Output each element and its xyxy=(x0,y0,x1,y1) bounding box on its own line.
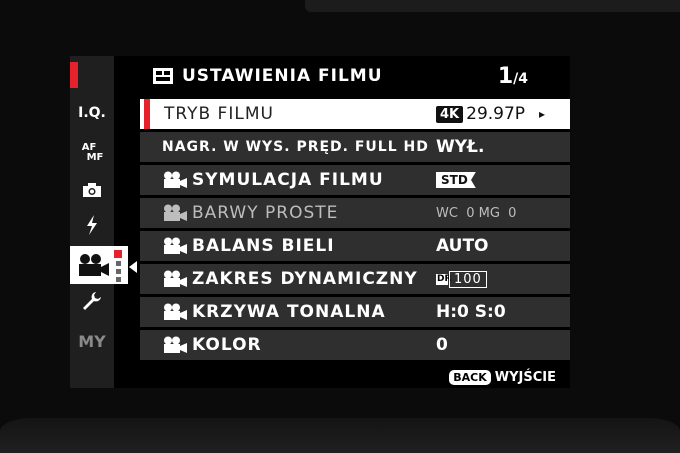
camera-bezel-bottom xyxy=(0,418,680,453)
row-value: WC 0 MG 0 xyxy=(436,205,517,221)
row-value: 4K 29.97P ▸ xyxy=(436,104,545,124)
movie-camera-icon xyxy=(164,171,187,188)
menu-row-white-balance[interactable]: BALANS BIELI AUTO xyxy=(140,231,570,261)
sidebar-selection-pointer xyxy=(129,261,137,273)
row-label: BALANS BIELI xyxy=(192,236,335,256)
menu-row-tone-curve[interactable]: KRZYWA TONALNA H:0 S:0 xyxy=(140,297,570,327)
row-label-wrap: KRZYWA TONALNA xyxy=(162,302,386,322)
menu-row-dynamic-range[interactable]: ZAKRES DYNAMICZNY DR 100 xyxy=(140,264,570,294)
menu-main: USTAWIENIA FILMU 1/4 TRYB FILMU 4K 29.97… xyxy=(140,56,570,388)
frame-rate-value: 29.97P xyxy=(466,104,526,124)
std-badge: STD xyxy=(436,172,476,188)
sidebar-item-setup[interactable] xyxy=(70,288,114,314)
row-label-wrap: SYMULACJA FILMU xyxy=(162,170,384,190)
menu-row-full-hd-high-speed[interactable]: NAGR. W WYS. PRĘD. FULL HD WYŁ. xyxy=(140,132,570,162)
movie-camera-icon xyxy=(164,336,187,353)
sidebar-red-marker xyxy=(70,62,78,88)
row-label: NAGR. W WYS. PRĘD. FULL HD xyxy=(162,139,429,155)
menu-row-color[interactable]: KOLOR 0 xyxy=(140,330,570,360)
row-label: KOLOR xyxy=(192,335,262,355)
menu-row-movie-mode[interactable]: TRYB FILMU 4K 29.97P ▸ xyxy=(140,99,570,129)
sidebar-item-movie[interactable] xyxy=(70,246,128,284)
movie-camera-icon xyxy=(164,303,187,320)
exit-label: WYJŚCIE xyxy=(494,370,556,385)
page-current: 1 xyxy=(497,64,514,89)
sidebar-item-my-menu[interactable]: MY xyxy=(70,328,114,354)
dr-value: 100 xyxy=(449,270,487,288)
sidebar-item-shooting[interactable] xyxy=(70,177,114,203)
menu-row-film-simulation[interactable]: SYMULACJA FILMU STD xyxy=(140,165,570,195)
row-label-wrap: KOLOR xyxy=(162,335,262,355)
selected-row-marker xyxy=(144,99,150,129)
row-label-wrap: ZAKRES DYNAMICZNY xyxy=(162,269,418,289)
iq-label: I.Q. xyxy=(78,105,106,121)
movie-camera-icon xyxy=(79,254,109,276)
menu-sidebar: I.Q. AF MF MY xyxy=(70,56,137,388)
row-label-wrap: BALANS BIELI xyxy=(162,236,335,256)
camera-screen: I.Q. AF MF MY USTAWIENIA FILMU 1/4 TRYB … xyxy=(70,56,570,388)
row-value: WYŁ. xyxy=(436,137,485,157)
row-label: BARWY PROSTE xyxy=(192,203,339,223)
row-label: KRZYWA TONALNA xyxy=(192,302,386,322)
row-value: 0 xyxy=(436,335,448,355)
row-value: STD xyxy=(436,172,476,188)
selected-page-indicator xyxy=(114,250,122,258)
row-value: H:0 S:0 xyxy=(436,302,506,322)
sidebar-item-af-mf[interactable]: AF MF xyxy=(70,140,114,166)
page-dot xyxy=(116,261,121,266)
camera-icon xyxy=(83,183,101,197)
row-label-wrap: BARWY PROSTE xyxy=(162,203,338,223)
movie-menu-icon xyxy=(153,68,173,84)
page-dot xyxy=(116,269,121,274)
movie-camera-icon xyxy=(164,237,187,254)
flash-icon xyxy=(87,215,97,235)
wrench-icon xyxy=(83,292,101,310)
dr-letters: DR xyxy=(436,273,452,285)
menu-header: USTAWIENIA FILMU 1/4 xyxy=(140,56,570,96)
mf-label: MF xyxy=(86,152,104,163)
movie-camera-icon xyxy=(164,270,187,287)
row-label: ZAKRES DYNAMICZNY xyxy=(192,269,418,289)
page-total: /4 xyxy=(513,71,528,87)
back-exit-hint[interactable]: BACK WYJŚCIE xyxy=(449,370,556,385)
chevron-right-icon: ▸ xyxy=(539,107,546,121)
row-label: TRYB FILMU xyxy=(164,104,274,124)
row-label: SYMULACJA FILMU xyxy=(192,170,384,190)
row-value: AUTO xyxy=(436,236,489,256)
movie-camera-icon xyxy=(164,204,187,221)
camera-bezel-top xyxy=(305,0,680,12)
page-title: USTAWIENIA FILMU xyxy=(182,66,383,86)
page-dot xyxy=(116,277,121,282)
my-label: MY xyxy=(78,331,106,351)
dynamic-range-badge: DR 100 xyxy=(436,270,487,288)
page-counter: 1/4 xyxy=(498,64,528,89)
back-button-badge: BACK xyxy=(449,370,491,385)
sidebar-item-iq[interactable]: I.Q. xyxy=(70,100,114,126)
4k-badge: 4K xyxy=(436,105,464,123)
sidebar-item-flash[interactable] xyxy=(70,212,114,238)
menu-row-monochromatic-color[interactable]: BARWY PROSTE WC 0 MG 0 xyxy=(140,198,570,228)
